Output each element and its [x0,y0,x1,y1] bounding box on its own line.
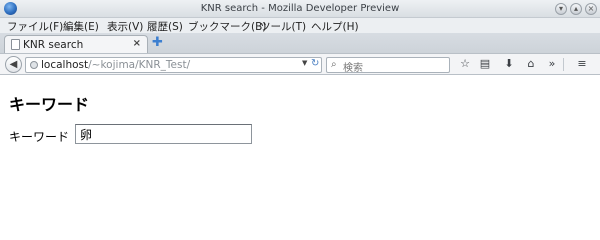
url-host: localhost [41,59,89,71]
downloads-icon[interactable]: ⬇ [502,57,516,71]
bookmarks-menu-icon[interactable]: ▤ [478,57,492,71]
menu-bar: ファイル(F) 編集(E) 表示(V) 履歴(S) ブックマーク(B) ツール(… [0,18,600,33]
menu-view[interactable]: 表示(V) [107,19,143,34]
url-bar[interactable]: localhost/~kojima/KNR_Test/ ▼ ↻ [25,57,322,73]
window-title: KNR search - Mozilla Developer Preview [200,3,400,14]
reload-icon[interactable]: ↻ [311,58,319,69]
back-arrow-icon: ◀ [9,59,18,70]
menu-help[interactable]: ヘルプ(H) [311,19,359,34]
menu-file[interactable]: ファイル(F) [7,19,63,34]
url-text: localhost/~kojima/KNR_Test/ [41,59,190,71]
bookmark-star-icon[interactable]: ☆ [458,57,472,71]
close-window-button[interactable]: × [585,3,597,15]
keyword-input[interactable] [75,124,252,144]
keyword-label: キーワード [9,130,70,144]
menu-edit[interactable]: 編集(E) [63,19,99,34]
new-tab-button[interactable]: ✚ [152,36,164,50]
back-button[interactable]: ◀ [5,56,22,73]
toolbar-separator [563,58,564,71]
minimize-button[interactable]: ▾ [555,3,567,15]
tab-strip: KNR search × [0,33,600,53]
page-content: キーワード キーワード [0,75,600,214]
hamburger-menu-icon[interactable]: ≡ [575,57,589,71]
window-titlebar: KNR search - Mozilla Developer Preview ▾… [0,0,600,18]
search-icon: ⌕ [331,59,337,70]
home-icon[interactable]: ⌂ [524,57,538,71]
tab-label: KNR search [23,39,84,51]
menu-history[interactable]: 履歴(S) [147,19,183,34]
tab-close-button[interactable]: × [133,38,141,49]
tab-knr-search[interactable]: KNR search × [4,35,148,53]
search-placeholder: 検索 [343,63,363,74]
url-history-dropdown-icon[interactable]: ▼ [302,59,307,67]
menu-bookmarks[interactable]: ブックマーク(B) [188,19,266,34]
site-identity-icon[interactable] [30,61,38,69]
navigation-bar: ◀ localhost/~kojima/KNR_Test/ ▼ ↻ ⌕ 検索 ☆… [0,53,600,75]
menu-tools[interactable]: ツール(T) [260,19,306,34]
url-path: /~kojima/KNR_Test/ [88,59,191,71]
search-bar[interactable]: ⌕ 検索 [326,57,450,74]
page-icon [11,39,20,50]
page-heading: キーワード [9,95,90,114]
maximize-button[interactable]: ▴ [570,3,582,15]
overflow-chevron-icon[interactable]: » [545,57,559,71]
